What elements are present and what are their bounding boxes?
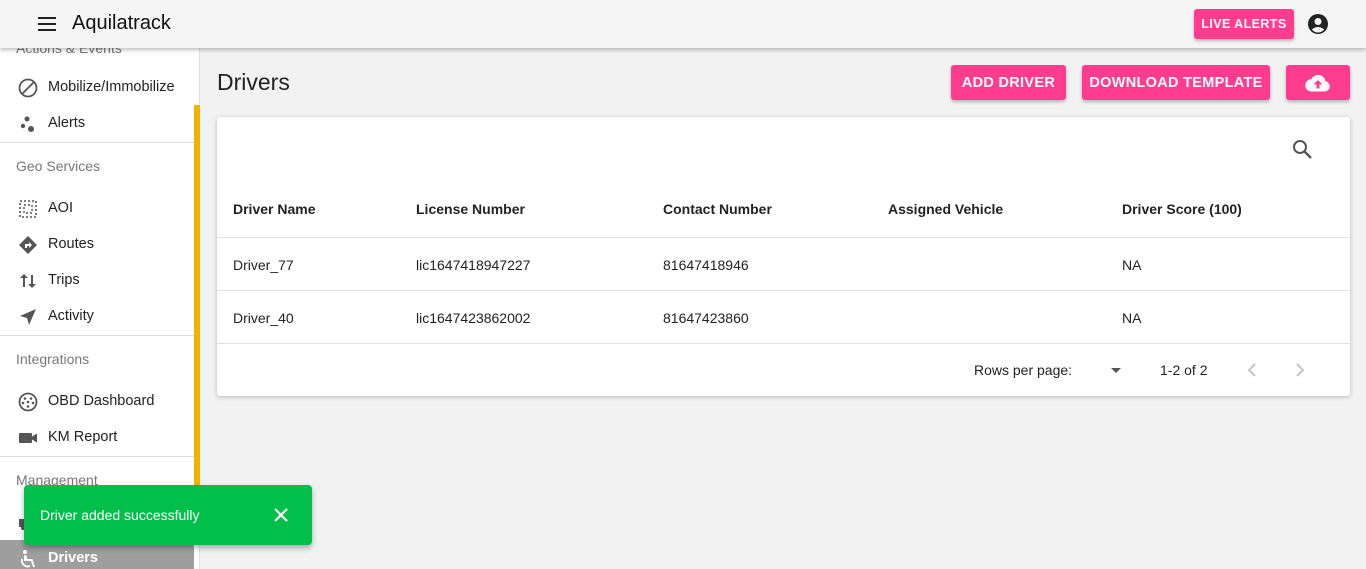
sidebar-scrollbar[interactable] [194,105,200,521]
sidebar-item-routes[interactable]: Routes [0,226,194,262]
sidebar-section-integrations: Integrations [16,351,90,367]
app-title: Aquilatrack [72,12,171,34]
sidebar-divider [0,456,194,457]
cell-contact-number: 81647418946 [663,257,749,273]
sidebar-item-aoi[interactable]: AOI [0,190,194,226]
sidebar-item-mobilize-immobilize[interactable]: Mobilize/Immobilize [0,69,194,105]
cell-driver-score: NA [1122,257,1142,273]
menu-icon[interactable] [36,14,58,34]
column-header-contact-number[interactable]: Contact Number [663,201,772,217]
sidebar-divider [0,142,194,143]
success-snackbar: Driver added successfully [24,485,312,545]
block-icon [18,78,38,98]
rows-per-page-label: Rows per page: [974,362,1073,378]
app-bar: Aquilatrack LIVE ALERTS [0,0,1366,48]
sidebar-item-obd-dashboard[interactable]: OBD Dashboard [0,383,194,419]
sidebar-section-actions-events: Actions & Events [16,48,122,56]
sidebar-item-label: KM Report [48,429,118,445]
sidebar-item-label: Trips [48,272,80,288]
sidebar-item-label: Mobilize/Immobilize [48,79,175,95]
wheelchair-driver-icon [20,550,35,568]
cell-contact-number: 81647423860 [663,310,749,326]
column-header-license-number[interactable]: License Number [416,201,525,217]
cell-driver-name: Driver_40 [233,310,294,326]
add-driver-button[interactable]: ADD DRIVER [951,65,1066,100]
column-header-assigned-vehicle[interactable]: Assigned Vehicle [888,201,1003,217]
video-camera-icon [19,433,37,443]
cell-driver-score: NA [1122,310,1142,326]
sidebar-item-km-report[interactable]: KM Report [0,419,194,455]
drivers-table-card: Driver Name License Number Contact Numbe… [217,117,1350,396]
previous-page-icon[interactable] [1241,359,1263,381]
sidebar-item-label: Activity [48,308,94,324]
sidebar-item-label: Drivers [48,550,98,566]
sidebar-item-alerts[interactable]: Alerts [0,105,194,141]
search-icon[interactable] [1291,138,1313,160]
sidebar-item-label: Routes [48,236,94,252]
sidebar-item-trips[interactable]: Trips [0,262,194,298]
sidebar-item-label: OBD Dashboard [48,393,155,409]
table-row[interactable]: Driver_40 lic1647423862002 81647423860 N… [217,291,1350,344]
swap-vert-icon [20,274,36,288]
close-icon[interactable] [270,504,292,526]
cell-license-number: lic1647423862002 [416,310,531,326]
page-title: Drivers [217,69,290,95]
cell-driver-name: Driver_77 [233,257,294,273]
download-template-button[interactable]: DOWNLOAD TEMPLATE [1082,65,1270,100]
upload-button[interactable] [1286,65,1350,100]
rows-per-page-dropdown[interactable] [1105,360,1127,380]
column-header-driver-name[interactable]: Driver Name [233,201,316,217]
bubbles-icon [20,116,34,132]
sidebar-divider [0,335,194,336]
row-divider [217,343,1350,344]
cell-license-number: lic1647418947227 [416,257,531,273]
table-row[interactable]: Driver_77 lic1647418947227 81647418946 N… [217,238,1350,291]
column-header-driver-score[interactable]: Driver Score (100) [1122,201,1242,217]
sidebar-section-geo-services: Geo Services [16,158,101,174]
obd-port-icon [18,392,38,412]
sidebar-item-label: Alerts [48,115,86,131]
pagination-range: 1-2 of 2 [1160,362,1208,378]
live-alerts-button[interactable]: LIVE ALERTS [1194,9,1294,39]
snackbar-message: Driver added successfully [40,507,200,523]
sidebar-item-activity[interactable]: Activity [0,298,194,334]
next-page-icon[interactable] [1289,359,1311,381]
navigation-icon [20,309,36,325]
arrow-drop-down-icon [1111,368,1121,373]
directions-icon [19,236,37,254]
sidebar-item-label: AOI [48,200,73,216]
cloud-upload-icon [1305,74,1330,92]
account-circle-icon[interactable] [1307,13,1329,35]
area-select-icon [19,200,37,218]
